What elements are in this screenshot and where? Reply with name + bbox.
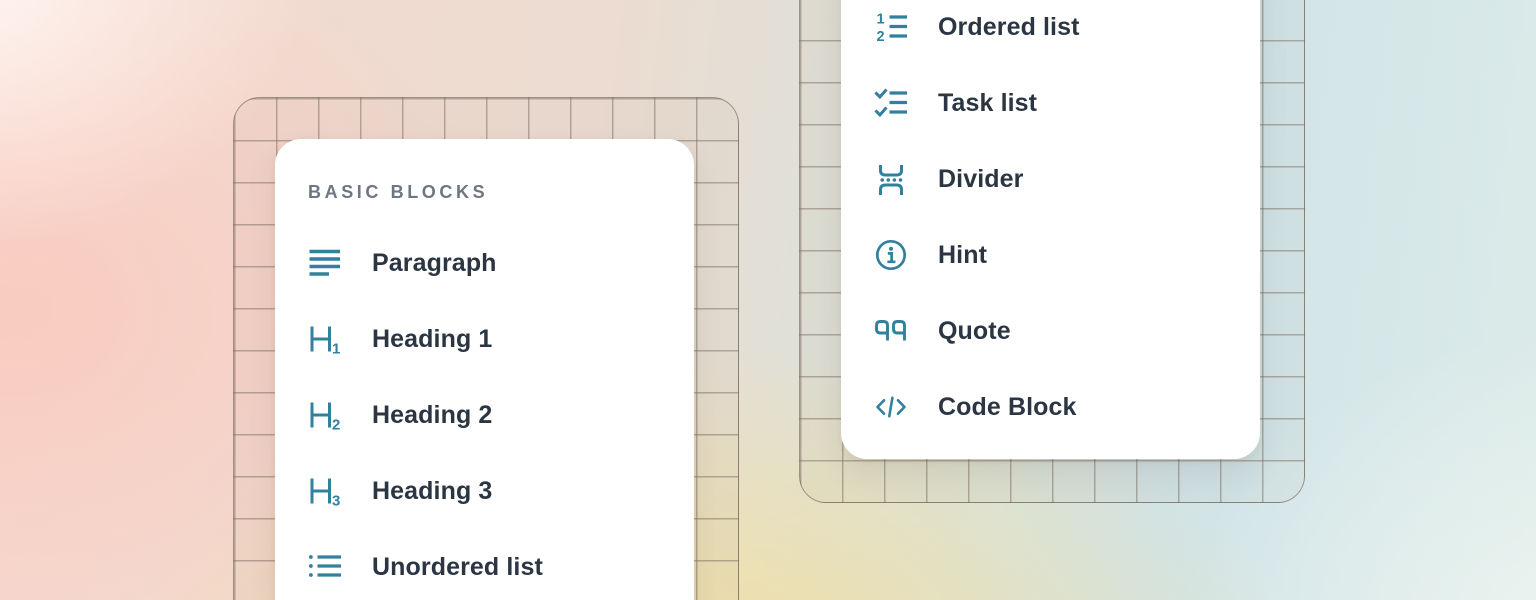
- quote-icon: [874, 314, 908, 348]
- task-list-icon: [874, 86, 908, 120]
- heading-1-icon: 1: [308, 322, 342, 356]
- menu-item-label: Divider: [938, 165, 1023, 194]
- menu-item-label: Heading 1: [372, 325, 492, 354]
- ordered-list-icon: 12: [874, 10, 908, 44]
- menu-item-paragraph[interactable]: Paragraph: [308, 225, 694, 301]
- svg-text:3: 3: [332, 493, 340, 509]
- menu-item-hint[interactable]: Hint: [874, 217, 1260, 293]
- paragraph-icon: [308, 246, 342, 280]
- menu-item-label: Hint: [938, 241, 987, 270]
- blocks-menu-right: 12 Ordered list Task list Divider Hint Quote C…: [841, 0, 1260, 459]
- menu-item-label: Heading 3: [372, 477, 492, 506]
- menu-item-label: Heading 2: [372, 401, 492, 430]
- menu-item-unordered-list[interactable]: Unordered list: [308, 529, 694, 600]
- svg-text:1: 1: [877, 12, 885, 28]
- hint-icon: [874, 238, 908, 272]
- heading-3-icon: 3: [308, 474, 342, 508]
- basic-blocks-items: Paragraph 1 Heading 1 2 Heading 2 3 Heading 3 U…: [308, 225, 694, 600]
- heading-2-icon: 2: [308, 398, 342, 432]
- unordered-list-icon: [308, 550, 342, 584]
- code-block-icon: [874, 390, 908, 424]
- more-blocks-items: 12 Ordered list Task list Divider Hint Quote C…: [874, 0, 1260, 445]
- menu-item-heading-3[interactable]: 3 Heading 3: [308, 453, 694, 529]
- menu-item-heading-2[interactable]: 2 Heading 2: [308, 377, 694, 453]
- menu-item-heading-1[interactable]: 1 Heading 1: [308, 301, 694, 377]
- basic-blocks-menu: BASIC BLOCKS Paragraph 1 Heading 1 2 Heading…: [275, 139, 694, 600]
- menu-item-label: Code Block: [938, 393, 1077, 422]
- menu-item-task-list[interactable]: Task list: [874, 65, 1260, 141]
- menu-item-code-block[interactable]: Code Block: [874, 369, 1260, 445]
- menu-item-label: Paragraph: [372, 249, 497, 278]
- gradient-background: [0, 0, 1536, 600]
- menu-item-label: Ordered list: [938, 13, 1080, 42]
- menu-item-label: Task list: [938, 89, 1037, 118]
- svg-text:2: 2: [877, 29, 885, 44]
- menu-item-divider[interactable]: Divider: [874, 141, 1260, 217]
- divider-icon: [874, 162, 908, 196]
- menu-item-label: Quote: [938, 317, 1011, 346]
- menu-section-title: BASIC BLOCKS: [308, 177, 694, 207]
- svg-text:2: 2: [332, 417, 340, 433]
- menu-item-label: Unordered list: [372, 553, 543, 582]
- svg-text:1: 1: [332, 341, 340, 357]
- block-menu-illustration: BASIC BLOCKS Paragraph 1 Heading 1 2 Heading…: [0, 0, 1536, 600]
- menu-item-quote[interactable]: Quote: [874, 293, 1260, 369]
- menu-item-ordered-list[interactable]: 12 Ordered list: [874, 0, 1260, 65]
